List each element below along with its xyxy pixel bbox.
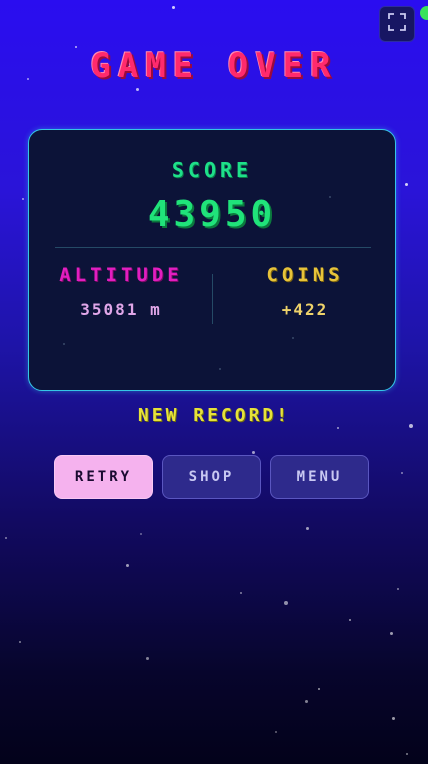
fullscreen-button[interactable] [379,6,415,42]
game-over-title: GAME OVER [90,46,338,86]
coins-value: +422 [281,300,329,319]
expand-icon [388,13,406,35]
shop-button[interactable]: SHOP [162,455,261,499]
retry-button[interactable]: RETRY [54,455,153,499]
coins-label: COINS [266,264,344,286]
results-panel: SCORE 43950 ALTITUDE 35081 m COINS +422 [28,129,396,391]
menu-button[interactable]: MENU [270,455,369,499]
new-record-message: NEW RECORD! [137,405,291,426]
decorative-green-dot [420,6,428,20]
altitude-value: 35081 m [80,300,162,319]
score-label: SCORE [171,158,253,182]
score-value: 43950 [147,194,277,235]
altitude-label: ALTITUDE [59,264,183,286]
panel-divider-horizontal [55,247,371,248]
